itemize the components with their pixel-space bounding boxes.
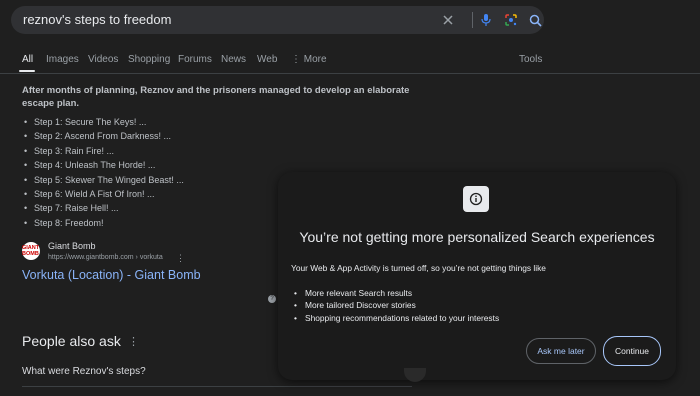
list-item: • Shopping recommendations related to you… (294, 312, 500, 323)
ask-me-later-button[interactable]: Ask me later (526, 338, 596, 364)
lens-icon[interactable] (502, 11, 520, 29)
tab-images[interactable]: Images (46, 54, 79, 65)
tab-videos[interactable]: Videos (88, 54, 118, 65)
list-item: • Step 6: Wield A Fist Of Iron! ... (24, 188, 155, 199)
search-query[interactable]: reznov's steps to freedom (23, 12, 171, 27)
list-item: • More tailored Discover stories (294, 300, 416, 311)
search-tabs: All Images Videos Shopping Forums News W… (0, 54, 700, 74)
mic-icon[interactable] (477, 11, 495, 29)
snippet-steps-list: • Step 1: Secure The Keys! ... • Step 2: A… (24, 115, 184, 230)
snippet-heading: After months of planning, Reznov and the… (22, 85, 410, 109)
clear-icon[interactable] (439, 11, 457, 29)
list-item: • Step 1: Secure The Keys! ... (24, 117, 147, 127)
list-item: • Step 7: Raise Hell! ... (24, 203, 119, 214)
dialog-body: Your Web & App Activity is turned off, s… (291, 263, 546, 273)
tab-more[interactable]: ⋮ More (291, 54, 327, 65)
dialog-title: You’re not getting more personalized Sea… (299, 229, 655, 245)
result-title-link[interactable]: Vorkuta (Location) - Giant Bomb (22, 268, 201, 282)
source-name[interactable]: Giant Bomb (48, 241, 96, 251)
list-item: • Step 4: Unleash The Horde! ... (24, 160, 156, 171)
giant-bomb-favicon: GIANT BOMB (22, 242, 40, 260)
search-icon[interactable] (526, 11, 544, 29)
tab-web[interactable]: Web (257, 54, 277, 65)
dialog-benefits-list: • More relevant Search results • More tail… (294, 287, 499, 324)
tab-forums[interactable]: Forums (178, 54, 212, 65)
list-item: • Step 8: Freedom! (24, 217, 104, 228)
source-url[interactable]: https://www.giantbomb.com › vorkuta (48, 254, 163, 261)
paa-question[interactable]: What were Reznov's steps? (22, 366, 146, 377)
help-icon[interactable]: ? (268, 295, 276, 303)
list-item: • More relevant Search results (294, 288, 413, 298)
search-divider (472, 12, 473, 28)
active-tab-indicator (19, 70, 35, 72)
tabs-divider (0, 73, 700, 74)
paa-divider (22, 386, 412, 387)
people-also-ask-title: People also ask (22, 333, 121, 349)
list-item: • Step 5: Skewer The Winged Beast! ... (24, 174, 184, 185)
info-icon (463, 186, 489, 212)
tab-shopping[interactable]: Shopping (128, 54, 170, 65)
paa-menu-icon[interactable]: ⋮ (128, 335, 139, 348)
tab-all[interactable]: All (22, 54, 33, 65)
list-item: • Step 2: Ascend From Darkness! ... (24, 131, 172, 142)
list-item: • Step 3: Rain Fire! ... (24, 145, 115, 156)
personalization-dialog: You’re not getting more personalized Sea… (278, 172, 676, 380)
tab-tools[interactable]: Tools (519, 54, 542, 65)
tab-news[interactable]: News (221, 54, 246, 65)
continue-button[interactable]: Continue (603, 336, 661, 366)
result-menu-icon[interactable]: ⋮ (176, 253, 185, 264)
search-bar[interactable]: reznov's steps to freedom (11, 6, 544, 34)
